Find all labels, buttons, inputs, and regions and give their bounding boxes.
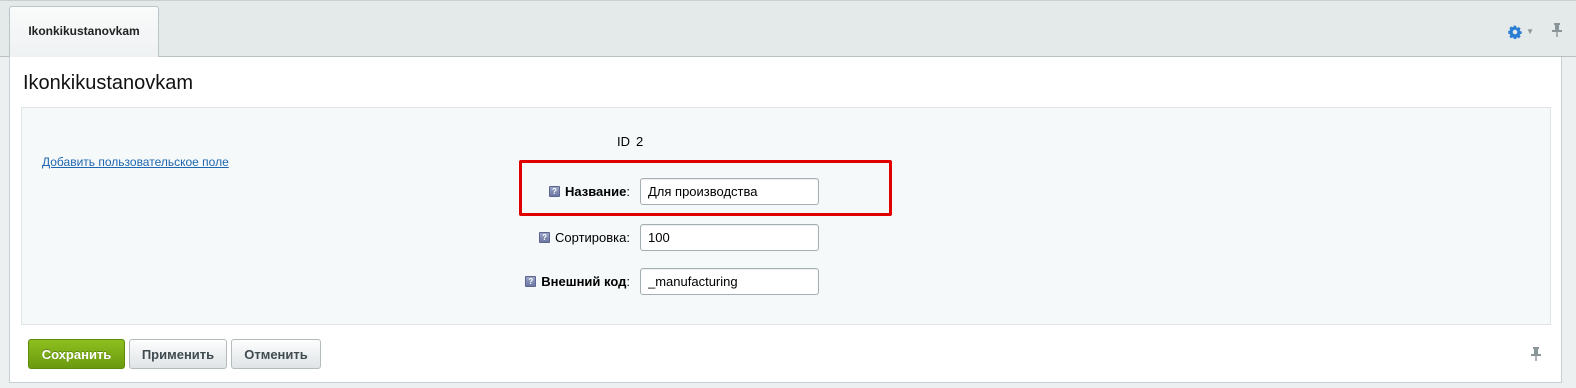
highlight-box xyxy=(519,160,892,216)
cancel-button[interactable]: Отменить xyxy=(231,339,321,369)
add-user-field-link[interactable]: Добавить пользовательское поле xyxy=(42,155,229,169)
help-icon[interactable]: ? xyxy=(525,276,537,287)
save-button[interactable]: Сохранить xyxy=(28,339,125,369)
gear-icon xyxy=(1508,24,1522,39)
external-code-field-row: ? Внешний код: xyxy=(507,268,819,295)
tab-strip: Ikonkikustanovkam ▼ xyxy=(0,0,1576,58)
settings-menu-button[interactable]: ▼ xyxy=(1508,24,1534,39)
chevron-down-icon: ▼ xyxy=(1526,27,1534,36)
tab-ikonkikustanovkam[interactable]: Ikonkikustanovkam xyxy=(9,6,159,58)
apply-button[interactable]: Применить xyxy=(129,339,227,369)
pin-icon[interactable] xyxy=(1552,23,1562,40)
tab-label: Ikonkikustanovkam xyxy=(28,23,140,38)
sort-field-row: ? Сортировка: xyxy=(527,224,819,251)
sort-input[interactable] xyxy=(640,224,819,251)
edit-form: Добавить пользовательское поле ID 2 ? Наз… xyxy=(21,107,1551,325)
tab-tools: ▼ xyxy=(1508,23,1562,40)
id-value: 2 xyxy=(636,134,644,149)
id-row: ID 2 xyxy=(617,134,643,149)
pin-icon[interactable] xyxy=(1531,347,1541,364)
sort-label: ? Сортировка: xyxy=(527,230,630,245)
external-code-label: ? Внешний код: xyxy=(507,274,630,289)
help-icon[interactable]: ? xyxy=(539,232,551,243)
external-code-input[interactable] xyxy=(640,268,819,295)
id-label: ID xyxy=(617,134,630,149)
page-title: Ikonkikustanovkam xyxy=(23,72,194,94)
edit-panel: Ikonkikustanovkam Добавить пользовательс… xyxy=(9,57,1562,383)
